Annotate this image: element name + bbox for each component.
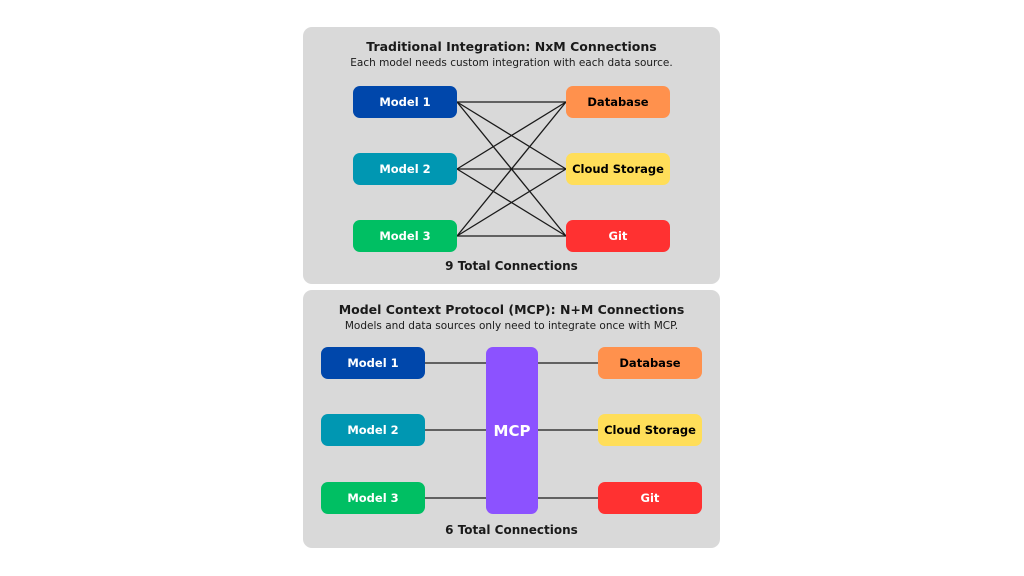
traditional-model-1: Model 1: [353, 86, 457, 118]
traditional-model-3: Model 3: [353, 220, 457, 252]
traditional-source-cloud-storage: Cloud Storage: [566, 153, 670, 185]
traditional-integration-panel: Traditional Integration: NxM Connections…: [303, 27, 720, 284]
traditional-footer: 9 Total Connections: [445, 259, 578, 273]
mcp-footer: 6 Total Connections: [445, 523, 578, 537]
traditional-source-database: Database: [566, 86, 670, 118]
mcp-model-1: Model 1: [321, 347, 425, 379]
traditional-source-git: Git: [566, 220, 670, 252]
mcp-model-2: Model 2: [321, 414, 425, 446]
mcp-panel: Model Context Protocol (MCP): N+M Connec…: [303, 290, 720, 548]
mcp-model-3: Model 3: [321, 482, 425, 514]
mcp-source-git: Git: [598, 482, 702, 514]
mcp-source-cloud-storage: Cloud Storage: [598, 414, 702, 446]
traditional-model-2: Model 2: [353, 153, 457, 185]
mcp-hub: MCP: [486, 347, 538, 514]
mcp-source-database: Database: [598, 347, 702, 379]
